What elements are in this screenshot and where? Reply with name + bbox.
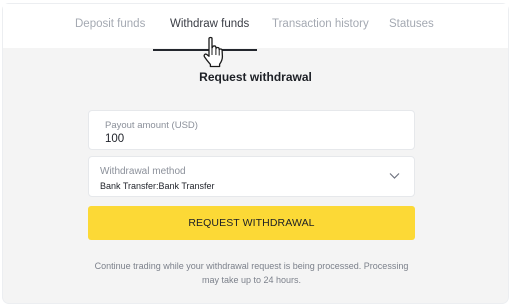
tab-withdraw-funds[interactable]: Withdraw funds xyxy=(170,18,249,30)
payout-amount-value[interactable]: 100 xyxy=(105,133,124,145)
hand-pointer-icon xyxy=(203,36,224,68)
payout-amount-label: Payout amount (USD) xyxy=(105,120,198,131)
tab-statuses[interactable]: Statuses xyxy=(389,18,434,30)
tab-bar: Deposit funds Withdraw funds Transaction… xyxy=(3,4,508,48)
tab-transaction-history[interactable]: Transaction history xyxy=(272,18,369,30)
withdrawal-method-value: Bank Transfer:Bank Transfer xyxy=(100,181,215,191)
withdrawal-method-select[interactable]: Withdrawal method Bank Transfer:Bank Tra… xyxy=(88,156,415,197)
withdrawal-panel: Deposit funds Withdraw funds Transaction… xyxy=(3,4,508,303)
withdrawal-method-label: Withdrawal method xyxy=(100,166,186,177)
request-withdrawal-button[interactable]: REQUEST WITHDRAWAL xyxy=(88,206,415,240)
tab-deposit-funds[interactable]: Deposit funds xyxy=(75,18,145,30)
payout-amount-field[interactable]: Payout amount (USD) 100 xyxy=(88,110,415,150)
form-title: Request withdrawal xyxy=(199,70,312,84)
chevron-down-icon[interactable] xyxy=(389,172,400,180)
processing-note: Continue trading while your withdrawal r… xyxy=(94,261,409,285)
